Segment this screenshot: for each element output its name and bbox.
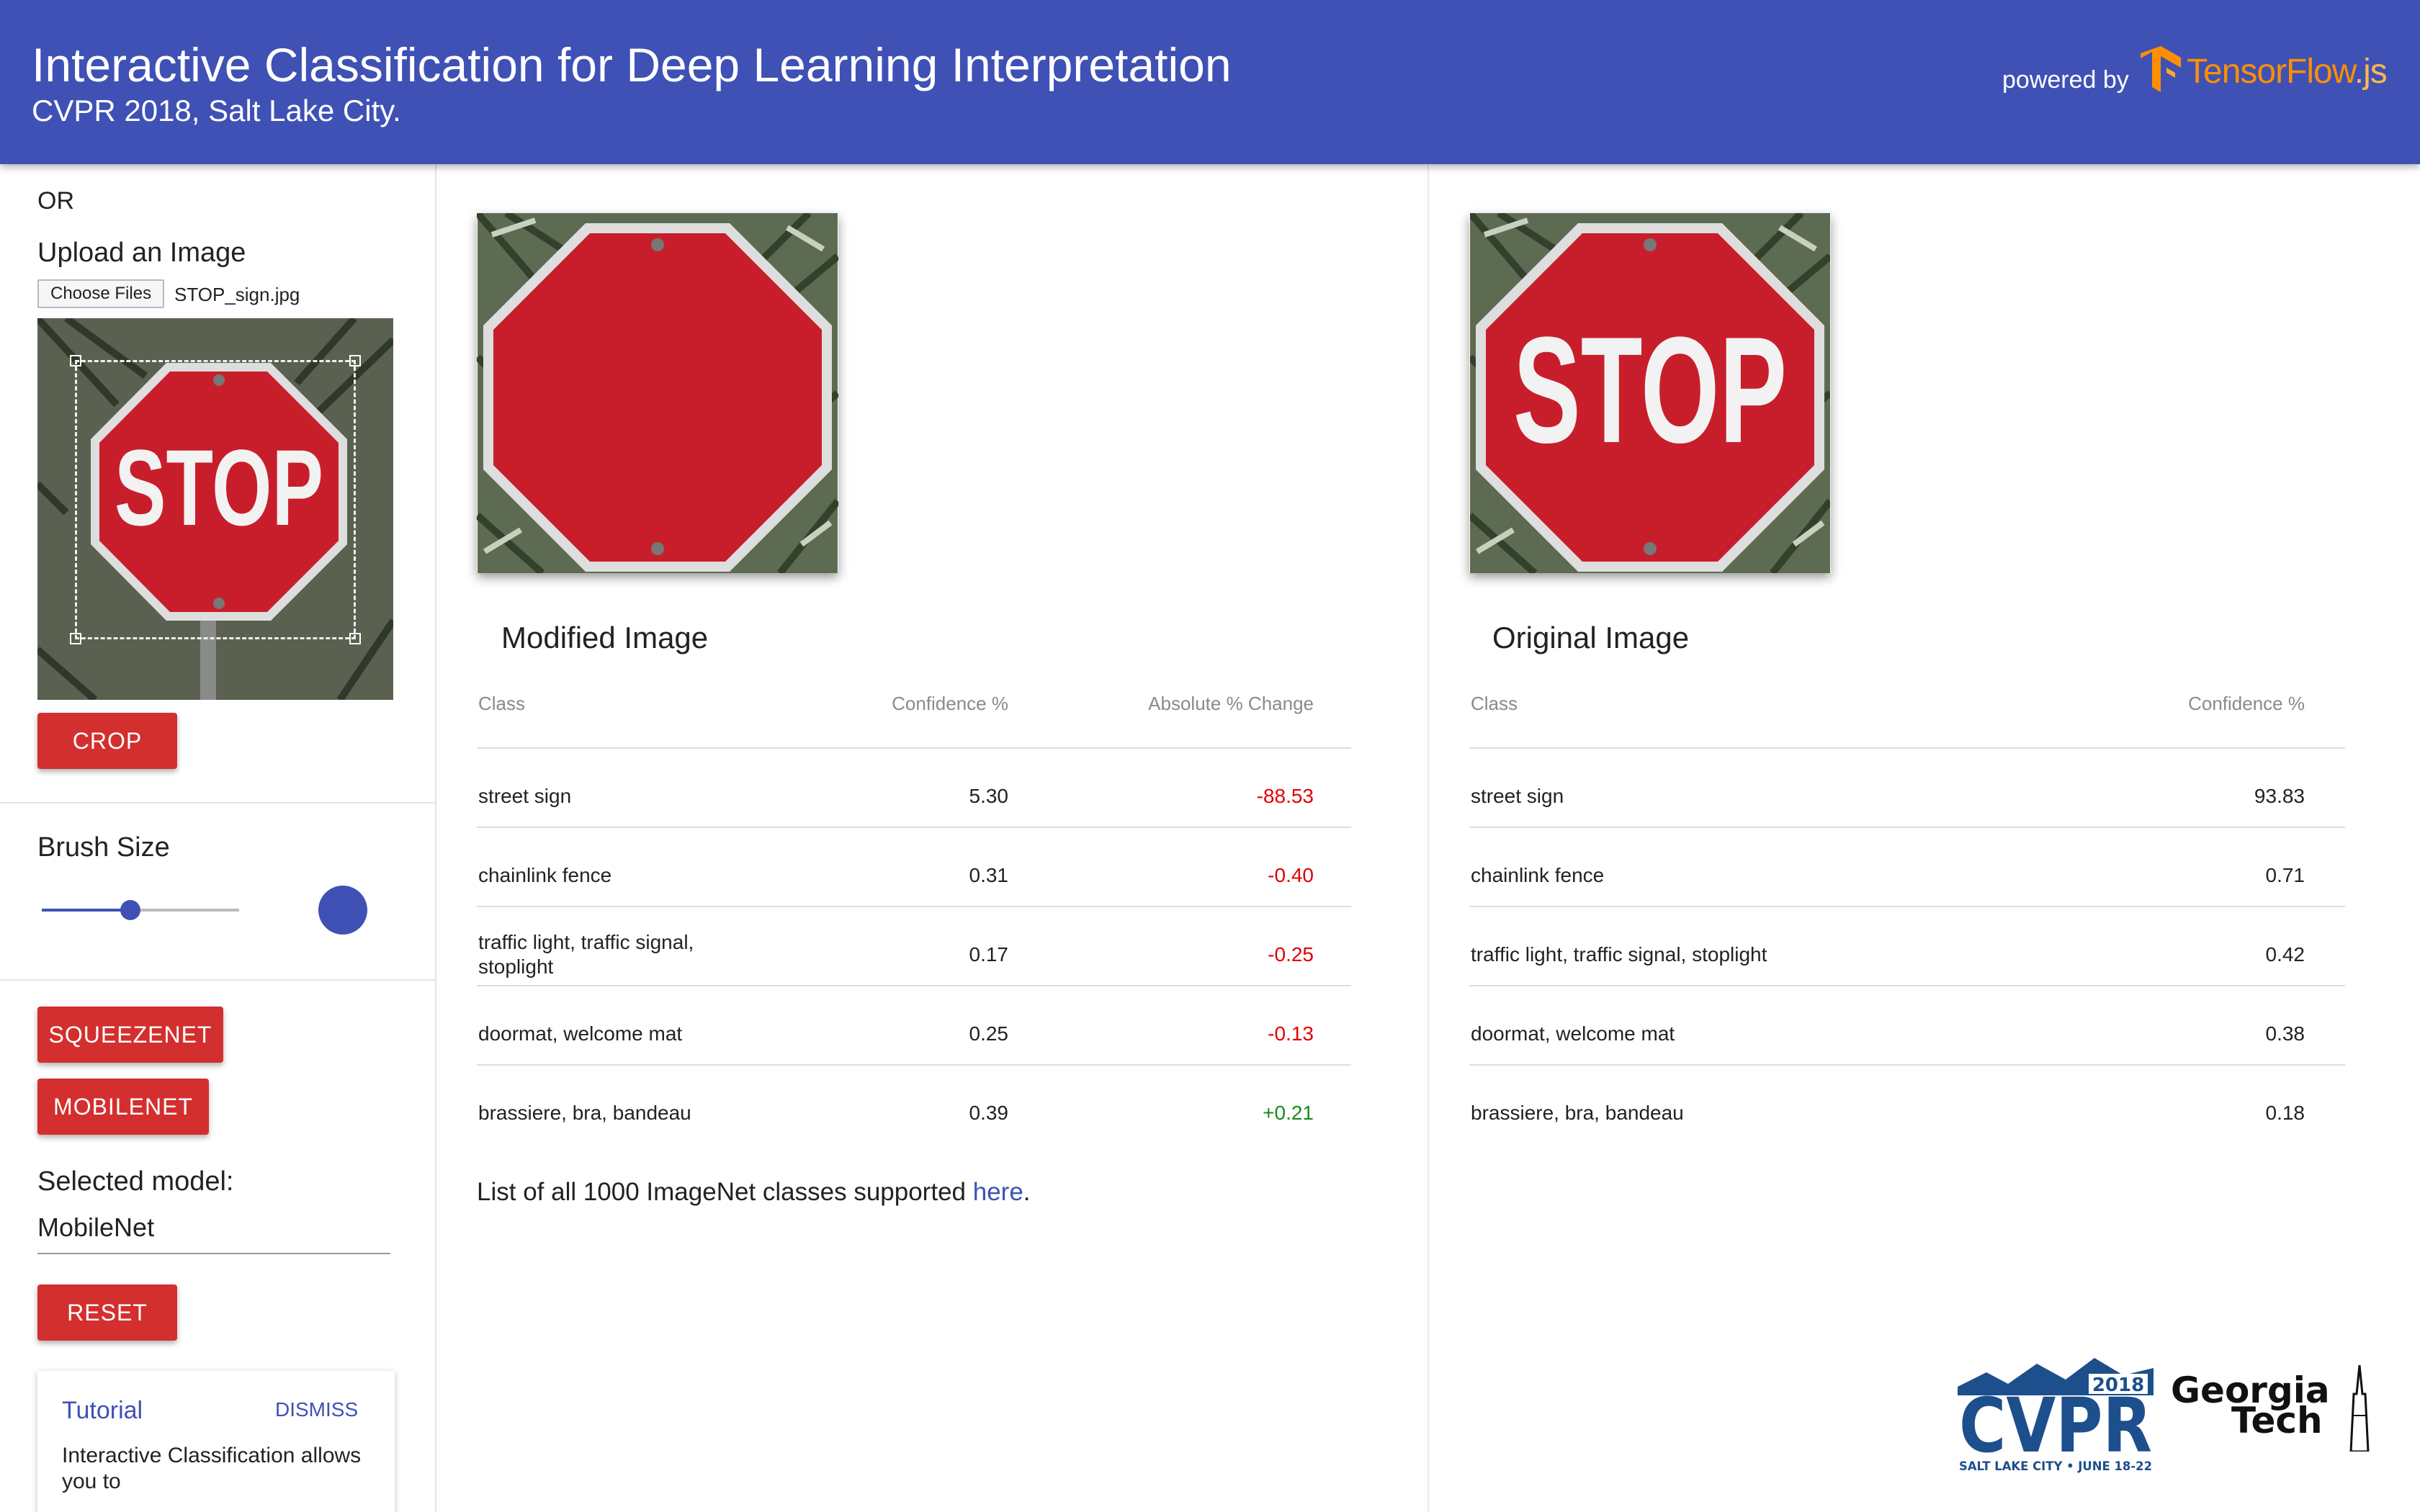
imagenet-classes-note: List of all 1000 ImageNet classes suppor… (477, 1178, 1031, 1206)
table-row-confidence: 0.71 (2265, 864, 2305, 886)
selected-model-value: MobileNet (37, 1212, 155, 1242)
upload-label: Upload an Image (37, 238, 246, 268)
original-header-confidence: Confidence % (2188, 693, 2305, 714)
squeezenet-button[interactable]: SQUEEZENET (37, 1007, 223, 1063)
original-image: STOP (1469, 213, 1831, 573)
tutorial-title: Tutorial (62, 1397, 143, 1424)
table-row-confidence: 0.18 (2265, 1102, 2305, 1124)
table-row-change: +0.21 (1263, 1102, 1314, 1124)
table-row-divider (1469, 985, 2345, 986)
powered-by-label: powered by (2002, 66, 2129, 94)
tutorial-text: Interactive Classification allows you to (62, 1444, 362, 1493)
table-row-change: -0.13 (1268, 1022, 1314, 1045)
tutorial-dismiss-button[interactable]: DISMISS (275, 1398, 358, 1421)
table-row-change: -88.53 (1256, 785, 1314, 807)
table-header-divider (477, 747, 1351, 749)
crop-selection-box[interactable] (70, 355, 361, 644)
cvpr-2018-logo: 2018 CVPR SALT LAKE CITY • JUNE 18-22 (1958, 1358, 2154, 1473)
page-title: Interactive Classification for Deep Lear… (32, 38, 1232, 91)
crop-handle-bottom-right[interactable] (349, 633, 361, 644)
table-row-confidence: 0.39 (969, 1102, 1009, 1124)
crop-handle-top-left[interactable] (70, 355, 81, 366)
table-row-change: -0.25 (1268, 943, 1314, 966)
table-row-class: traffic light, traffic signal, stoplight (478, 931, 694, 978)
table-row-divider (1469, 827, 2345, 828)
modified-image-title: Modified Image (501, 621, 709, 654)
crop-button[interactable]: CROP (37, 713, 177, 769)
page-subtitle: CVPR 2018, Salt Lake City. (32, 94, 401, 127)
original-image-title: Original Image (1492, 621, 1690, 654)
crop-image-area[interactable]: STOP (37, 318, 393, 700)
tech-tower-icon (2349, 1365, 2370, 1452)
table-row-divider (477, 985, 1351, 986)
selected-model-underline (37, 1253, 390, 1254)
table-row-class: chainlink fence (1471, 864, 1605, 886)
svg-text:STOP: STOP (1513, 305, 1787, 474)
table-row-confidence: 93.83 (2254, 785, 2305, 807)
imagenet-classes-link[interactable]: here (973, 1178, 1023, 1206)
table-row-class: street sign (1471, 785, 1564, 807)
original-header-class: Class (1471, 693, 1518, 714)
table-header-divider (1469, 747, 2345, 749)
modified-header-class: Class (478, 693, 526, 714)
table-row-divider (477, 906, 1351, 907)
table-row-confidence: 5.30 (969, 785, 1009, 807)
or-label: OR (37, 187, 74, 215)
brush-preview (318, 886, 367, 935)
panel-divider (1428, 164, 1429, 1512)
tensorflow-logo-icon (2141, 46, 2181, 92)
table-row-confidence: 0.17 (969, 943, 1009, 966)
table-row-divider (1469, 906, 2345, 907)
choose-files-button[interactable]: Choose Files (37, 279, 165, 308)
table-row-confidence: 0.25 (969, 1022, 1009, 1045)
tensorflow-logo-text: TensorFlow.js (2187, 53, 2388, 91)
crop-handle-bottom-left[interactable] (70, 633, 81, 644)
table-row-divider (477, 827, 1351, 828)
table-row-class: traffic light, traffic signal, stoplight (1471, 943, 1767, 966)
table-row-divider (1469, 1064, 2345, 1066)
svg-text:SALT LAKE CITY • JUNE 18-22: SALT LAKE CITY • JUNE 18-22 (1959, 1459, 2152, 1473)
app-header: Interactive Classification for Deep Lear… (0, 0, 2420, 164)
brush-size-label: Brush Size (37, 832, 170, 863)
table-row-confidence: 0.38 (2265, 1022, 2305, 1045)
table-row-confidence: 0.31 (969, 864, 1009, 886)
brush-size-slider-fill (42, 909, 131, 912)
sidebar-divider (0, 802, 436, 804)
crop-handle-top-right[interactable] (349, 355, 361, 366)
file-name: STOP_sign.jpg (174, 284, 300, 305)
reset-button[interactable]: RESET (37, 1284, 177, 1341)
modified-header-change: Absolute % Change (1148, 693, 1314, 714)
georgia-tech-logo: Georgia Tech (2171, 1369, 2330, 1441)
sidebar-divider (0, 979, 436, 981)
tutorial-card: Tutorial DISMISS Interactive Classificat… (37, 1371, 395, 1512)
table-row-class: doormat, welcome mat (1471, 1022, 1675, 1045)
selected-model-label: Selected model: (37, 1166, 234, 1197)
table-row-change: -0.40 (1268, 864, 1314, 886)
mobilenet-button[interactable]: MOBILENET (37, 1079, 209, 1135)
sidebar: OR Upload an Image Choose Files STOP_sig… (0, 164, 436, 1512)
table-row-class: brassiere, bra, bandeau (1471, 1102, 1684, 1124)
modified-header-confidence: Confidence % (892, 693, 1008, 714)
brush-size-slider-thumb[interactable] (120, 900, 141, 920)
table-row-confidence: 0.42 (2265, 943, 2305, 966)
table-row-divider (477, 1064, 1351, 1066)
modified-stop-sign-image (477, 213, 838, 573)
original-stop-sign-image: STOP (1469, 213, 1831, 573)
modified-image[interactable] (477, 213, 838, 573)
svg-text:CVPR: CVPR (1959, 1382, 2152, 1470)
